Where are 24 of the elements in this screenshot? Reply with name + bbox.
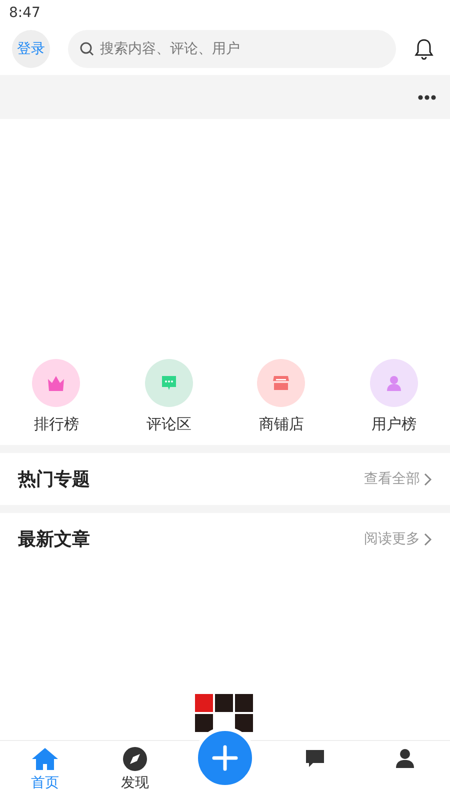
section-title: 热门专题 <box>18 468 90 492</box>
crown-icon <box>46 374 66 392</box>
search-icon <box>80 42 94 56</box>
chevron-icon <box>424 472 432 486</box>
bell-icon[interactable] <box>414 38 434 60</box>
compass-icon <box>123 747 147 771</box>
person-icon <box>394 747 416 769</box>
section-title: 最新文章 <box>18 528 90 552</box>
shortcut-label[interactable]: 商铺店 <box>258 413 304 436</box>
chevron-icon <box>424 532 432 546</box>
status-time: 8:47 <box>9 4 40 22</box>
tab-item[interactable]: 首页 <box>0 741 90 800</box>
shortcut-label[interactable]: 评论区 <box>146 413 192 436</box>
comment-icon <box>160 374 178 392</box>
search-field[interactable]: 搜索内容、评论、用户 <box>68 30 396 68</box>
tab-item[interactable]: 发现 <box>90 741 180 800</box>
chat-icon <box>304 747 326 769</box>
more-icon[interactable] <box>418 94 436 100</box>
shop-icon <box>271 374 292 392</box>
home-icon <box>31 747 59 771</box>
plus-icon <box>212 745 238 771</box>
shortcut-label[interactable]: 排行榜 <box>34 413 79 436</box>
user-icon <box>384 374 403 392</box>
shortcut-label[interactable]: 用户榜 <box>371 413 416 436</box>
